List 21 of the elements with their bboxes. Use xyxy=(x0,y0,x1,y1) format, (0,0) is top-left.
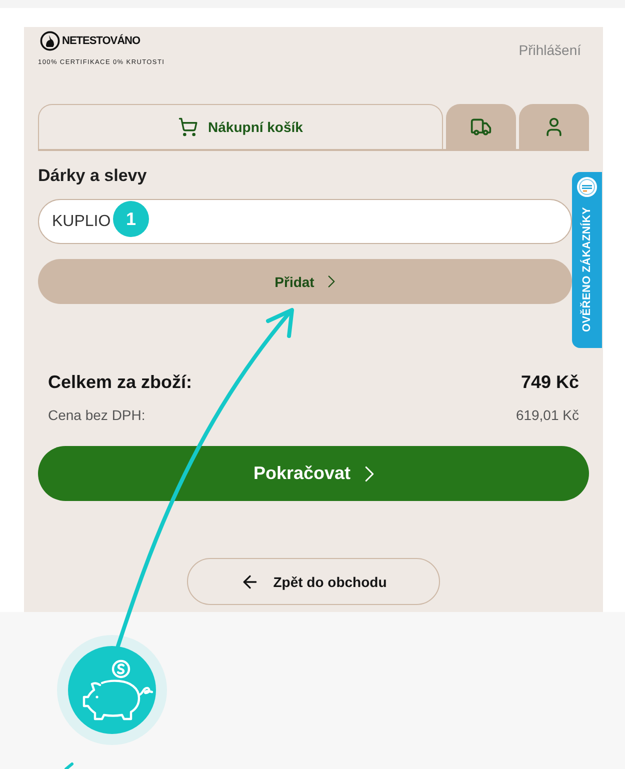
line-fragment xyxy=(64,762,74,769)
section-heading: Dárky a slevy xyxy=(38,165,147,187)
continue-button[interactable]: Pokračovat xyxy=(38,446,589,501)
chevron-right-icon xyxy=(328,275,336,288)
tab[interactable] xyxy=(519,104,589,149)
seal-icon xyxy=(577,177,597,197)
total-value: 749 Kč xyxy=(520,371,579,393)
net-price-label: Cena bez DPH: xyxy=(48,406,146,425)
cart-icon xyxy=(178,117,198,137)
tab[interactable] xyxy=(446,104,516,149)
chevron-right-icon xyxy=(364,466,374,482)
tab[interactable]: Nákupní košík xyxy=(38,104,443,149)
piggy-bank-icon xyxy=(57,635,167,745)
login-link[interactable]: Přihlášení xyxy=(518,41,581,59)
verified-customers-tab[interactable]: OVĚŘENO ZÁKAZNÍKY xyxy=(572,172,602,348)
brand-name: NETESTOVÁNO xyxy=(62,34,140,48)
logo-icon xyxy=(40,31,60,51)
total-label: Celkem za zboží: xyxy=(48,371,192,393)
net-price-value: 619,01 Kč xyxy=(516,406,579,425)
add-button[interactable]: Přidat xyxy=(38,259,572,304)
back-to-shop-button[interactable]: Zpět do obchodu xyxy=(187,558,440,605)
